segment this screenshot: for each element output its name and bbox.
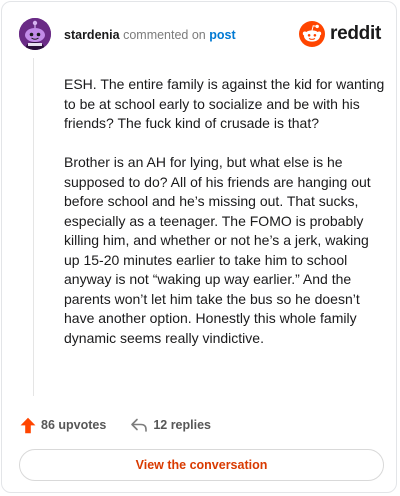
username-link[interactable]: stardenia xyxy=(64,28,120,42)
reddit-wordmark: reddit xyxy=(330,23,381,44)
user-avatar[interactable] xyxy=(19,18,51,50)
comment-stats: 86 upvotes 12 replies xyxy=(20,416,211,434)
replies-label: 12 replies xyxy=(153,418,211,432)
reddit-snoo-icon xyxy=(299,21,326,47)
comment-body: ESH. The entire family is against the ki… xyxy=(64,75,386,368)
comment-header: stardenia commented on post reddit xyxy=(19,18,381,54)
upvotes-stat[interactable]: 86 upvotes xyxy=(20,417,106,434)
view-conversation-button[interactable]: View the conversation xyxy=(19,449,384,481)
action-text: commented on xyxy=(123,28,206,42)
replies-stat[interactable]: 12 replies xyxy=(130,417,211,433)
reply-arrow-icon xyxy=(131,418,148,432)
reddit-brand[interactable]: reddit xyxy=(299,21,381,47)
post-link[interactable]: post xyxy=(209,28,235,42)
comment-paragraph: Brother is an AH for lying, but what els… xyxy=(64,154,371,346)
comment-paragraph: ESH. The entire family is against the ki… xyxy=(64,76,385,131)
snoo-avatar-icon xyxy=(19,18,51,50)
upvotes-label: 86 upvotes xyxy=(41,418,107,432)
thread-line xyxy=(33,58,34,396)
comment-meta: stardenia commented on post xyxy=(64,27,236,43)
comment-card: stardenia commented on post reddit ESH. … xyxy=(1,1,397,493)
upvote-arrow-icon xyxy=(20,417,36,433)
